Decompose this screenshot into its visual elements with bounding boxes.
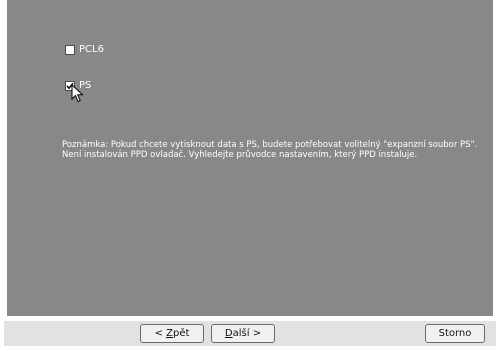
back-button-label: pět xyxy=(173,328,190,339)
mouse-pointer-icon xyxy=(71,84,84,103)
pcl6-option[interactable]: PCL6 xyxy=(65,43,104,57)
back-button[interactable]: < Zpět xyxy=(140,324,204,343)
next-button-mnemonic: D xyxy=(224,328,233,339)
next-button-label: alší xyxy=(232,328,250,339)
info-note: Poznámka: Pokud chcete vytisknout data s… xyxy=(62,140,478,160)
cancel-button[interactable]: Storno xyxy=(425,324,485,343)
next-button[interactable]: Další > xyxy=(211,324,275,343)
next-button-suffix: > xyxy=(249,328,262,339)
pcl6-checkbox[interactable] xyxy=(65,45,75,55)
back-button-mnemonic: Z xyxy=(166,328,173,339)
back-button-prefix: < xyxy=(154,328,167,339)
dialog-footer: < Zpět Další > Storno xyxy=(0,316,502,351)
dialog-content-panel: PCL6 PS Poznámka: Pokud chcete vytisknou… xyxy=(7,0,493,316)
pcl6-label: PCL6 xyxy=(79,44,104,55)
